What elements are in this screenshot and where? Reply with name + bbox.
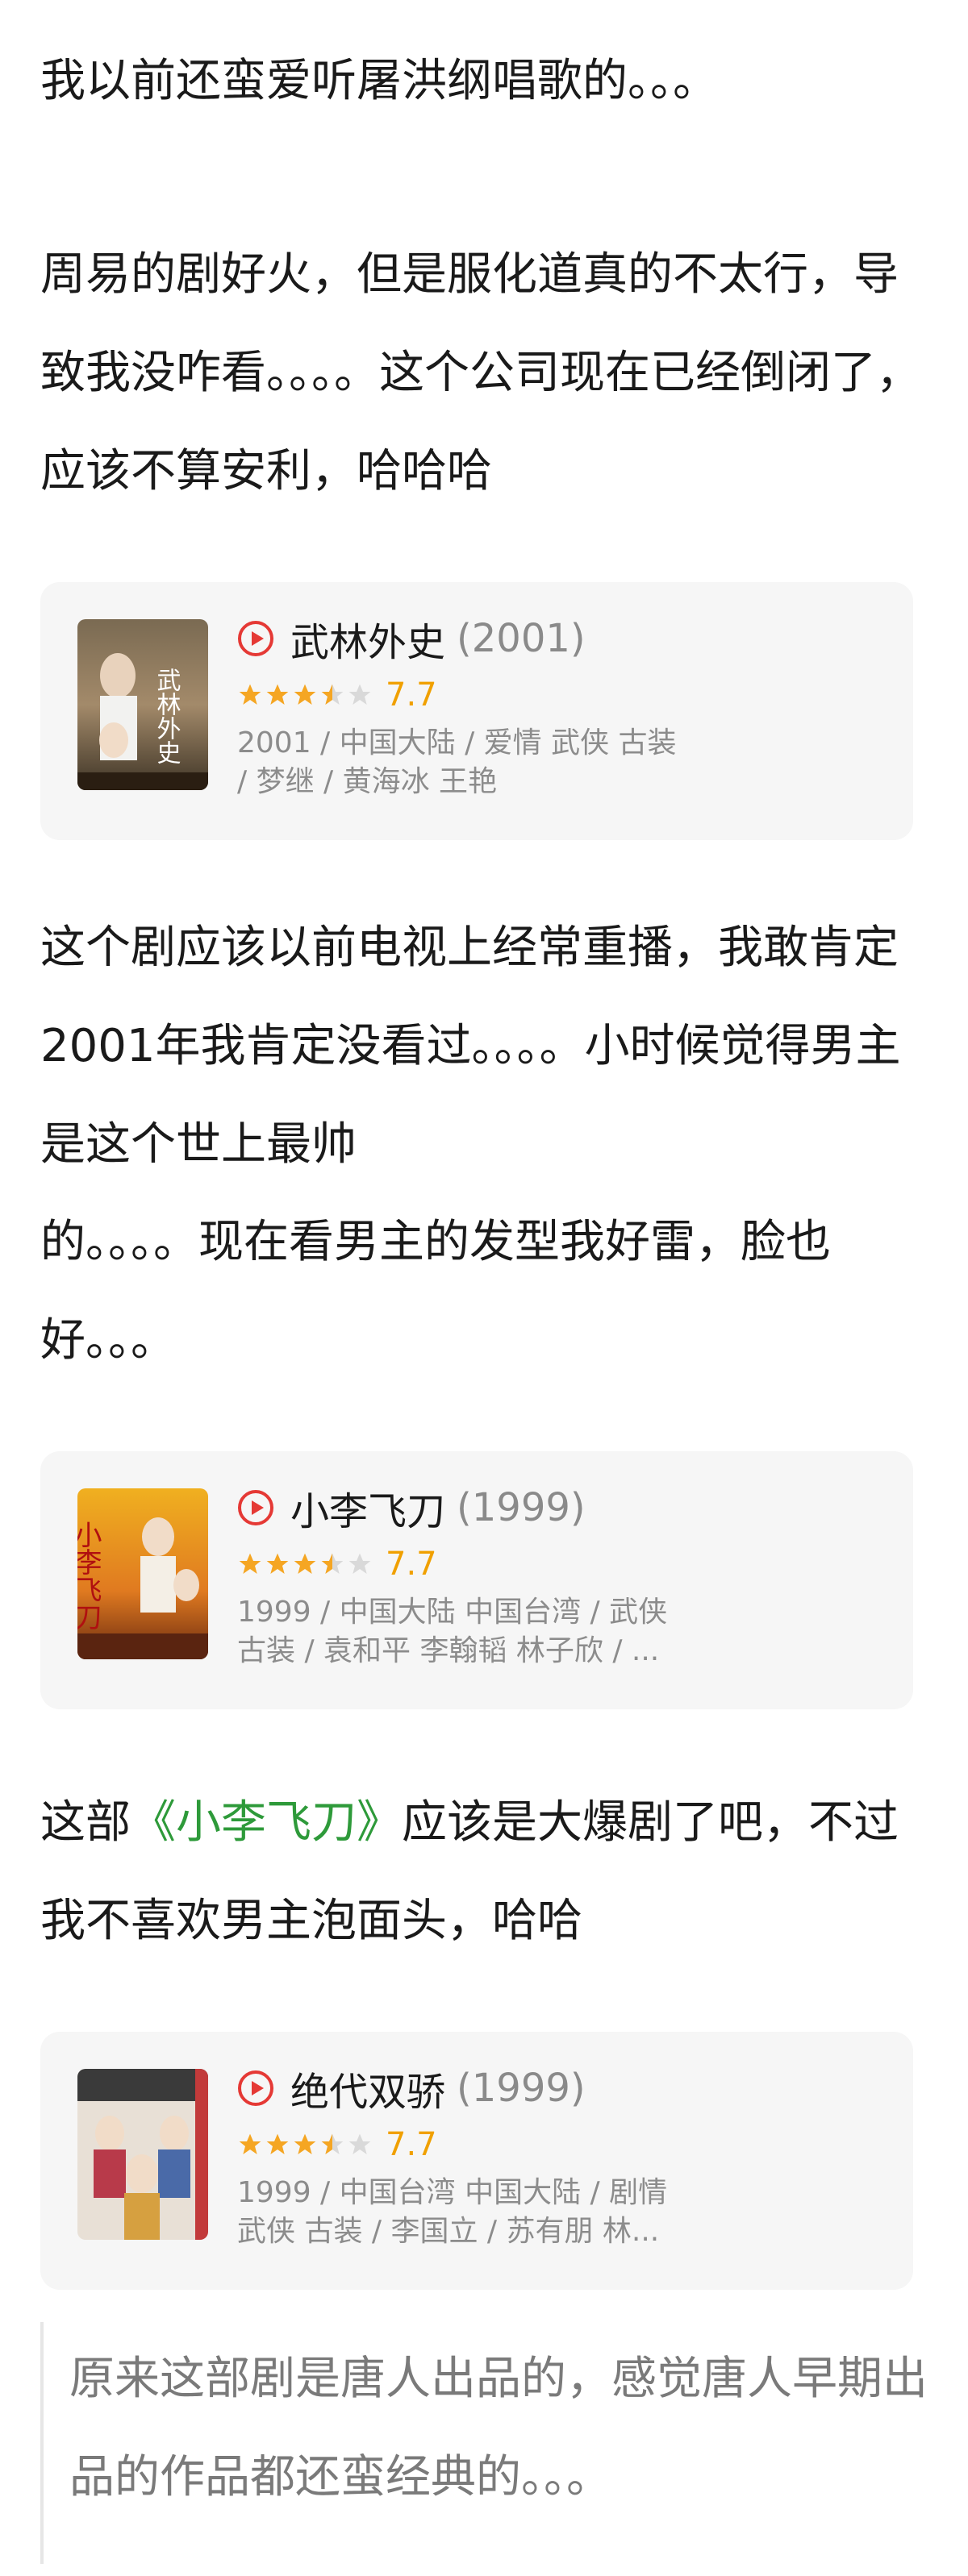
play-circle-icon[interactable] — [237, 2070, 274, 2107]
star-rating — [237, 1551, 374, 1577]
star-half-icon — [321, 2133, 344, 2154]
svg-text:武林外史: 武林外史 — [152, 668, 182, 764]
drama-card-xiaolifeidao[interactable]: 小李飞刀 小李飞刀 (1999) 7.7 1999 / 中国大陆 中国台湾 / … — [40, 1451, 913, 1709]
quote-text: 原来这部剧是唐人出品的，感觉唐人早期出品的作品都还蛮经典的。。。 — [69, 2353, 928, 2503]
star-rating — [237, 2132, 374, 2158]
drama-link-xiaolifeidao[interactable]: 《小李飞刀》 — [131, 1796, 402, 1849]
star-full-icon — [239, 684, 261, 705]
card-year: (2001) — [457, 616, 586, 661]
poster-image: 小李飞刀 — [77, 1488, 208, 1659]
paragraph-4: 这部《小李飞刀》应该是大爆剧了吧，不过我不喜欢男主泡面头，哈哈 — [40, 1774, 928, 1970]
card-year: (1999) — [457, 1485, 586, 1530]
paragraph-1: 我以前还蛮爱听屠洪纲唱歌的。。。 — [40, 55, 718, 107]
card-title[interactable]: 武林外史 — [290, 610, 445, 667]
star-full-icon — [266, 2133, 289, 2154]
star-empty-icon — [348, 684, 371, 705]
star-full-icon — [294, 684, 316, 705]
poster-image — [77, 2069, 208, 2240]
card-meta-line1: 2001 / 中国大陆 / 爱情 武侠 古装 — [237, 726, 677, 759]
poster-image: 武林外史 — [77, 619, 208, 790]
star-empty-icon — [348, 1553, 371, 1574]
paragraph-4-prefix: 这部 — [40, 1796, 131, 1849]
rating-score: 7.7 — [386, 1546, 437, 1583]
card-meta-line1: 1999 / 中国台湾 中国大陆 / 剧情 — [237, 2176, 668, 2209]
star-rating — [237, 682, 374, 708]
svg-text:小李飞刀: 小李飞刀 — [77, 1521, 102, 1630]
drama-card-juedaishuangjiao[interactable]: 绝代双骄 (1999) 7.7 1999 / 中国台湾 中国大陆 / 剧情 武侠… — [40, 2032, 913, 2290]
star-full-icon — [294, 2133, 316, 2154]
star-half-icon — [321, 684, 344, 705]
rating-score: 7.7 — [386, 676, 437, 714]
card-title[interactable]: 小李飞刀 — [290, 1479, 445, 1536]
star-full-icon — [266, 684, 289, 705]
card-meta-line2: 武侠 古装 / 李国立 / 苏有朋 林... — [237, 2215, 660, 2248]
drama-card-wulinwaishi[interactable]: 武林外史 武林外史 (2001) 7.7 2001 / 中国大陆 / 爱情 武侠… — [40, 582, 913, 840]
quote-bar — [40, 2322, 44, 2564]
card-meta-line1: 1999 / 中国大陆 中国台湾 / 武侠 — [237, 1596, 668, 1629]
star-half-icon — [321, 1553, 344, 1574]
star-full-icon — [239, 1553, 261, 1574]
play-circle-icon[interactable] — [237, 620, 274, 657]
paragraph-3b: 的。。。。现在看男主的发型我好雷，脸也好。。。 — [40, 1216, 831, 1367]
star-empty-icon — [348, 2133, 371, 2154]
star-full-icon — [266, 1553, 289, 1574]
rating-score: 7.7 — [386, 2126, 437, 2163]
card-meta-line2: / 梦继 / 黄海冰 王艳 — [237, 765, 498, 798]
play-circle-icon[interactable] — [237, 1489, 274, 1526]
star-full-icon — [239, 2133, 261, 2154]
star-full-icon — [294, 1553, 316, 1574]
paragraph-2: 周易的剧好火，但是服化道真的不太行，导致我没咋看。。。。这个公司现在已经倒闭了，… — [40, 248, 921, 497]
paragraph-3: 这个剧应该以前电视上经常重播，我敢肯定2001年我肯定没看过。。。。小时候觉得男… — [40, 922, 901, 1171]
card-year: (1999) — [457, 2066, 586, 2111]
card-meta-line2: 古装 / 袁和平 李翰韬 林子欣 / ... — [237, 1634, 660, 1667]
card-title[interactable]: 绝代双骄 — [290, 2060, 445, 2116]
